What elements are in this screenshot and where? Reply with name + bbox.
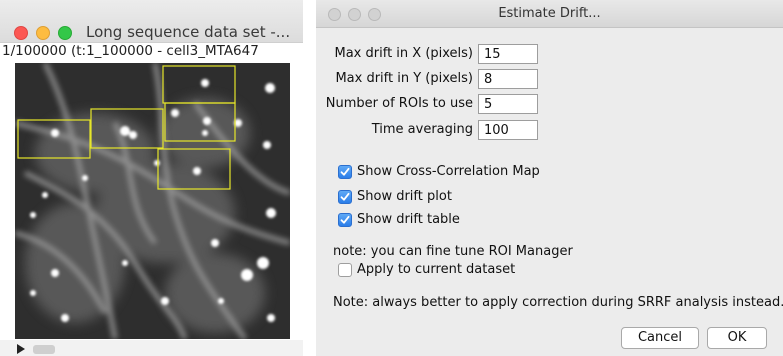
image-subtitle: 1/100000 (t:1_100000 - cell3_MTA647 [2, 43, 259, 59]
roi-manager-note: note: you can fine tune ROI Manager [333, 244, 573, 259]
show-drift-plot-checkbox[interactable] [338, 190, 352, 204]
time-averaging-field[interactable] [478, 120, 538, 140]
num-rois-label: Number of ROIs to use [325, 96, 473, 111]
checkmark-icon [340, 192, 350, 201]
minimize-icon[interactable] [36, 26, 50, 40]
show-drift-plot-label[interactable]: Show drift plot [357, 189, 452, 204]
field-row-time-averaging: Time averaging [316, 120, 473, 140]
dialog-title: Estimate Drift... [498, 6, 601, 21]
image-window-title: Long sequence data set -... [86, 23, 291, 41]
cancel-button[interactable]: Cancel [621, 327, 699, 349]
image-window-titlebar[interactable]: Long sequence data set -... [0, 0, 303, 43]
zoom-icon[interactable] [58, 26, 72, 40]
time-averaging-label: Time averaging [371, 122, 473, 137]
estimate-drift-dialog: Estimate Drift... Max drift in X (pixels… [316, 0, 783, 356]
apply-to-dataset-checkbox[interactable] [338, 263, 352, 277]
apply-to-dataset-label[interactable]: Apply to current dataset [357, 262, 515, 277]
image-window: Long sequence data set -... 1/100000 (t:… [0, 0, 303, 356]
show-cross-correlation-checkbox[interactable] [338, 165, 352, 179]
field-row-num-rois: Number of ROIs to use [316, 94, 473, 114]
checkmark-icon [340, 215, 350, 224]
play-icon[interactable] [17, 344, 25, 354]
max-drift-y-label: Max drift in Y (pixels) [335, 71, 473, 86]
max-drift-x-label: Max drift in X (pixels) [334, 46, 474, 61]
dialog-titlebar[interactable]: Estimate Drift... [316, 0, 783, 28]
field-row-max-drift-y: Max drift in Y (pixels) [316, 69, 473, 89]
field-row-max-drift-x: Max drift in X (pixels) [316, 44, 474, 64]
show-cross-correlation-label[interactable]: Show Cross-Correlation Map [357, 164, 540, 179]
ok-button[interactable]: OK [707, 327, 767, 349]
close-icon[interactable] [14, 26, 28, 40]
frame-scroll-thumb[interactable] [33, 345, 55, 354]
max-drift-x-field[interactable] [478, 44, 538, 64]
microscopy-image-svg [15, 63, 290, 339]
checkmark-icon [340, 167, 350, 176]
max-drift-y-field[interactable] [478, 69, 538, 89]
srrf-note: Note: always better to apply correction … [333, 295, 783, 310]
show-drift-table-checkbox[interactable] [338, 213, 352, 227]
num-rois-field[interactable] [478, 94, 538, 114]
show-drift-table-label[interactable]: Show drift table [357, 212, 460, 227]
microscopy-image[interactable] [15, 63, 290, 339]
